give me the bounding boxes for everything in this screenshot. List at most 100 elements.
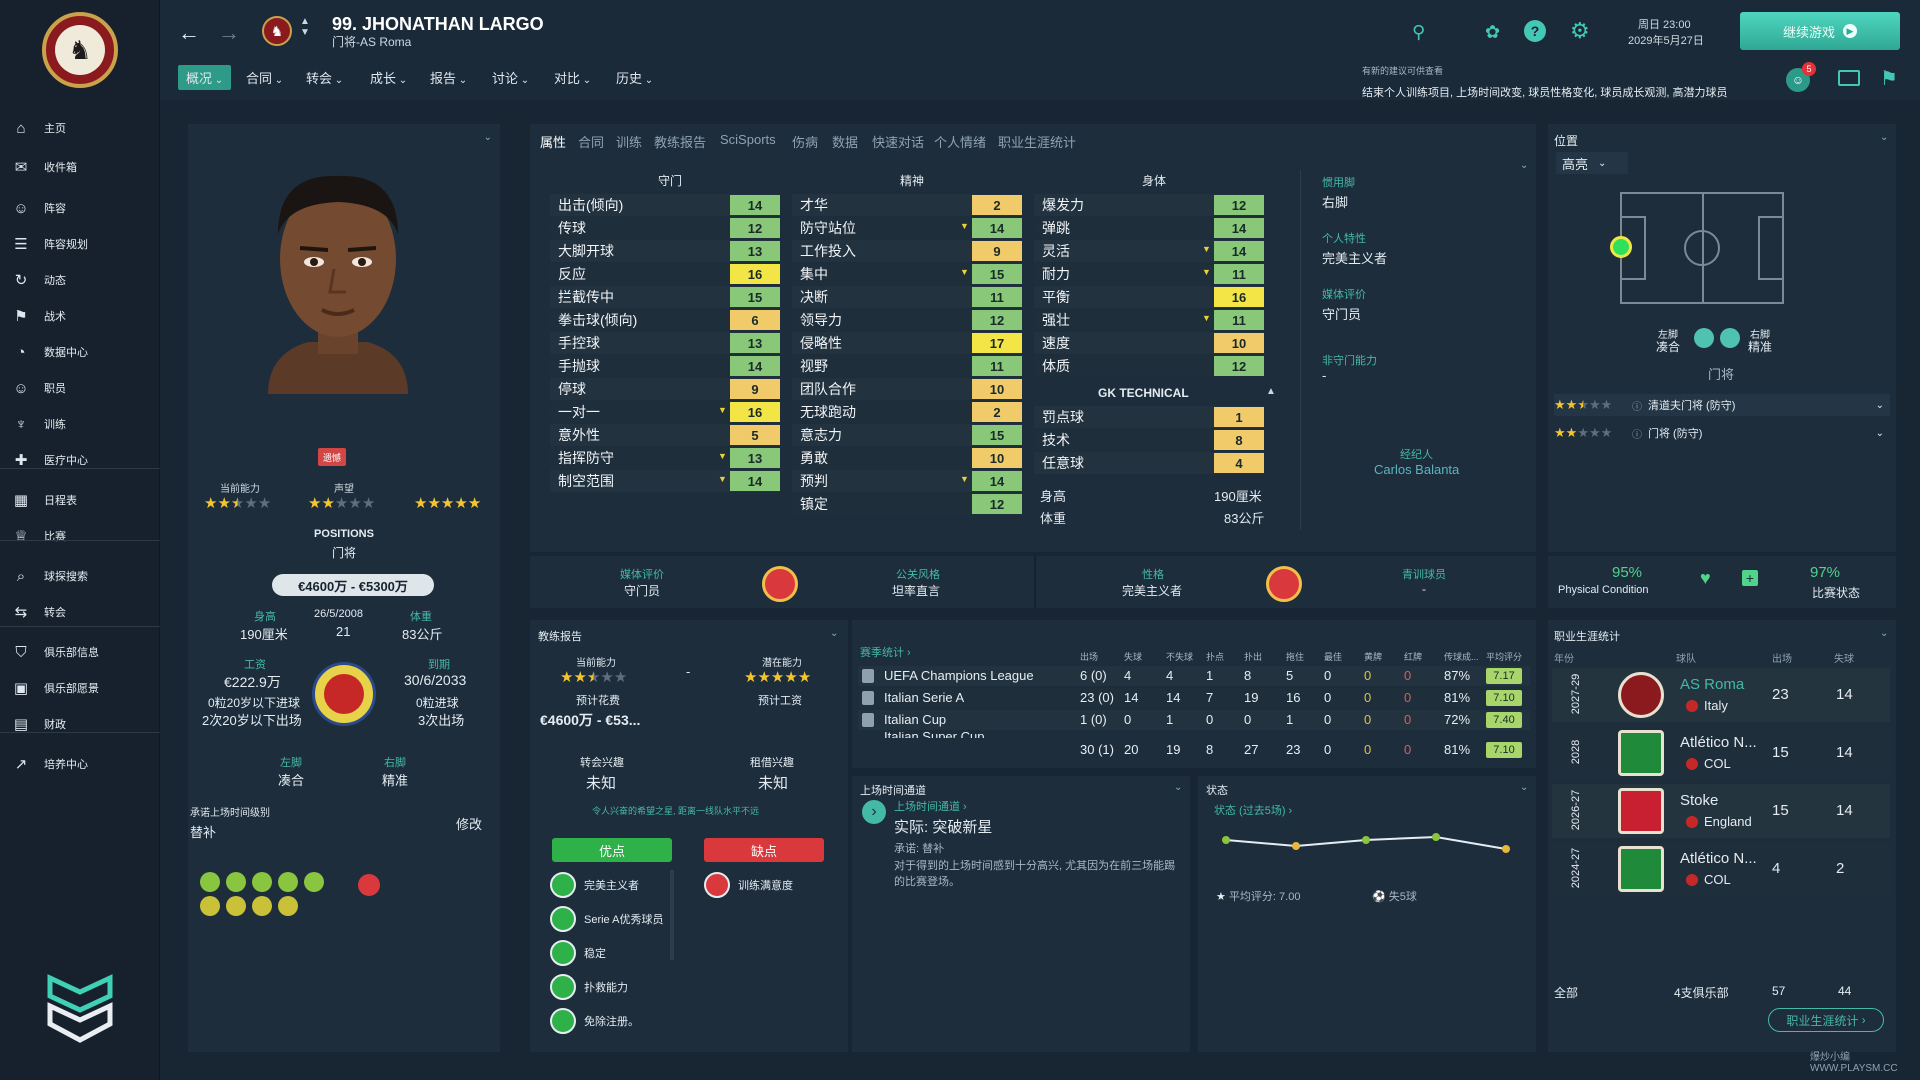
attribute-row[interactable]: 一对一 16 (550, 401, 780, 423)
trait-icon[interactable] (252, 896, 272, 916)
attribute-row[interactable]: 防守站位 14 (792, 217, 1022, 239)
attribute-row[interactable]: 罚点球 1 (1034, 406, 1264, 428)
agent-value[interactable]: Carlos Balanta (1374, 462, 1459, 477)
career-club[interactable]: Atlético N... (1680, 734, 1757, 751)
attribute-row[interactable]: 弹跳 14 (1034, 217, 1264, 239)
pros-scrollbar[interactable] (670, 870, 674, 960)
help-icon[interactable]: ? (1524, 20, 1546, 42)
form-point[interactable] (1502, 845, 1510, 853)
playing-time-collapse-icon[interactable]: ⌄ (1174, 782, 1182, 793)
attribute-row[interactable]: 速度 10 (1034, 332, 1264, 354)
competition-name[interactable]: Italian Serie A (884, 690, 964, 705)
trait-icon[interactable] (252, 872, 272, 892)
negative-trait-icon[interactable] (358, 874, 380, 896)
attribute-row[interactable]: 意外性 5 (550, 424, 780, 446)
attribute-row[interactable]: 视野 11 (792, 355, 1022, 377)
tab-8[interactable]: 个人情绪 (934, 132, 986, 151)
attribute-row[interactable]: 反应 16 (550, 263, 780, 285)
attribute-row[interactable]: 手控球 13 (550, 332, 780, 354)
competition-name[interactable]: UEFA Champions League (884, 668, 1034, 683)
attribute-row[interactable]: 才华 2 (792, 194, 1022, 216)
sidebar-item-squad-planner[interactable]: ☰ 阵容规划 (0, 230, 160, 258)
brain-icon[interactable]: ✿ (1485, 22, 1500, 43)
attribute-row[interactable]: 镇定 12 (792, 493, 1022, 515)
attribute-row[interactable]: 领导力 12 (792, 309, 1022, 331)
attribute-row[interactable]: 传球 12 (550, 217, 780, 239)
attribute-row[interactable]: 拳击球(倾向) 6 (550, 309, 780, 331)
menu-2[interactable]: 转会 ⌄ (306, 68, 343, 87)
highlight-dropdown[interactable]: 高亮 ⌄ (1556, 152, 1628, 174)
attribute-row[interactable]: 灵活 14 (1034, 240, 1264, 262)
form-link[interactable]: 状态 (过去5场) › (1214, 802, 1292, 818)
competition-name[interactable]: Italian Cup (884, 712, 946, 727)
tab-0[interactable]: 属性 (540, 132, 566, 151)
trait-icon[interactable] (226, 896, 246, 916)
attribute-row[interactable]: 集中 15 (792, 263, 1022, 285)
attribute-row[interactable]: 停球 9 (550, 378, 780, 400)
career-club[interactable]: Stoke (1680, 792, 1718, 809)
career-row[interactable]: 2026-27 Stoke England 15 14 (1552, 784, 1890, 838)
attribute-row[interactable]: 强壮 11 (1034, 309, 1264, 331)
playing-time-link[interactable]: 上场时间通道 › (894, 798, 967, 814)
attribute-row[interactable]: 工作投入 9 (792, 240, 1022, 262)
flag-icon[interactable]: ⚑ (1880, 66, 1898, 91)
trait-icon[interactable] (226, 872, 246, 892)
career-stats-button[interactable]: 职业生涯统计 › (1768, 1008, 1884, 1032)
sidebar-item-scouting[interactable]: ⌕ 球探搜索 (0, 562, 160, 590)
career-club[interactable]: AS Roma (1680, 676, 1744, 693)
attribute-row[interactable]: 指挥防守 13 (550, 447, 780, 469)
role-row[interactable]: ★★★★★ ⓘ 清道夫门将 (防守) ⌄ (1554, 394, 1890, 416)
trait-icon[interactable] (200, 896, 220, 916)
player-switch-icon[interactable]: ▲ ▼ (300, 16, 310, 38)
tab-6[interactable]: 数据 (832, 132, 858, 151)
back-arrow-icon[interactable]: ← (178, 20, 200, 46)
trait-icon[interactable] (200, 872, 220, 892)
sidebar-item-competitions[interactable]: ♕ 比赛 (0, 522, 160, 550)
sidebar-item-dynamics[interactable]: ↻ 动态 (0, 266, 160, 294)
search-icon[interactable]: ⚲ (1412, 22, 1425, 43)
attribute-row[interactable]: 技术 8 (1034, 429, 1264, 451)
competition-name-partial[interactable]: Italian Super Cup (884, 732, 984, 738)
attribute-row[interactable]: 平衡 16 (1034, 286, 1264, 308)
gear-icon[interactable]: ⚙ (1570, 18, 1590, 44)
menu-0[interactable]: 概况 ⌄ (178, 65, 232, 90)
attribute-row[interactable]: 手抛球 14 (550, 355, 780, 377)
trait-icon[interactable] (278, 872, 298, 892)
attribute-row[interactable]: 爆发力 12 (1034, 194, 1264, 216)
attribute-row[interactable]: 制空范围 14 (550, 470, 780, 492)
continue-button[interactable]: 继续游戏 ▶ (1740, 12, 1900, 50)
pros-button[interactable]: 优点 (552, 838, 672, 862)
trait-icon[interactable] (304, 872, 324, 892)
attribute-row[interactable]: 大脚开球 13 (550, 240, 780, 262)
attribute-row[interactable]: 团队合作 10 (792, 378, 1022, 400)
club-badge-icon[interactable]: ♞ (262, 16, 292, 46)
sidebar-item-home[interactable]: ⌂ 主页 (0, 114, 160, 142)
form-point[interactable] (1362, 836, 1370, 844)
sidebar-item-inbox[interactable]: ✉ 收件箱 (0, 153, 160, 181)
role-row[interactable]: ★★★★★ ⓘ 门将 (防守) ⌄ (1554, 422, 1890, 444)
attribute-row[interactable]: 侵略性 17 (792, 332, 1022, 354)
career-row[interactable]: 2024-27 Atlético N... COL 4 2 (1552, 842, 1890, 896)
tab-3[interactable]: 教练报告 (654, 132, 706, 151)
sidebar-item-transfers[interactable]: ⇆ 转会 (0, 598, 160, 626)
tab-2[interactable]: 训练 (616, 132, 642, 151)
menu-3[interactable]: 成长 ⌄ (370, 68, 407, 87)
menu-6[interactable]: 对比 ⌄ (554, 68, 591, 87)
sidebar-item-development-centre[interactable]: ↗ 培养中心 (0, 750, 160, 778)
tip-text[interactable]: 结束个人训练项目, 上场时间改变, 球员性格变化, 球员成长观测, 高潜力球员 (1362, 84, 1727, 100)
cons-button[interactable]: 缺点 (704, 838, 824, 862)
tab-5[interactable]: 伤病 (792, 132, 818, 151)
sidebar-item-club-vision[interactable]: ▣ 俱乐部愿景 (0, 674, 160, 702)
attribute-row[interactable]: 决断 11 (792, 286, 1022, 308)
forward-arrow-icon[interactable]: → (218, 20, 240, 46)
career-collapse-icon[interactable]: ⌄ (1880, 628, 1888, 639)
career-row[interactable]: 2028 Atlético N... COL 15 14 (1552, 726, 1890, 780)
attribute-row[interactable]: 预判 14 (792, 470, 1022, 492)
form-point[interactable] (1222, 836, 1230, 844)
attribute-row[interactable]: 无球跑动 2 (792, 401, 1022, 423)
attribute-row[interactable]: 拦截传中 15 (550, 286, 780, 308)
menu-5[interactable]: 讨论 ⌄ (492, 68, 529, 87)
monitor-icon[interactable] (1838, 70, 1860, 86)
edit-button[interactable]: 修改 (456, 814, 482, 833)
club-crest[interactable]: ♞ (42, 12, 118, 88)
